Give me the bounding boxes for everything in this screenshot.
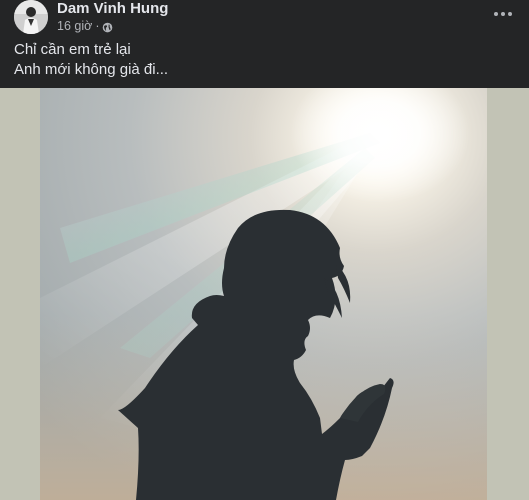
more-horizontal-icon xyxy=(494,12,512,16)
globe-icon[interactable] xyxy=(102,21,113,32)
post-timestamp[interactable]: 16 giờ xyxy=(57,18,92,34)
caption-line-1: Chỉ cần em trẻ lại xyxy=(14,41,131,58)
facebook-post: Dam Vinh Hung 16 giờ · Chỉ cần em trẻ lạ… xyxy=(0,0,529,500)
avatar[interactable] xyxy=(14,0,48,34)
silhouette-photo xyxy=(40,88,487,500)
post-caption: Chỉ cần em trẻ lại Anh mới không già đi.… xyxy=(14,40,514,80)
caption-line-2: Anh mới không già đi... xyxy=(14,61,169,78)
post-header: Dam Vinh Hung 16 giờ · xyxy=(12,0,517,36)
more-options-button[interactable] xyxy=(489,4,517,24)
author-name[interactable]: Dam Vinh Hung xyxy=(57,0,168,18)
post-photo-container[interactable] xyxy=(0,88,529,500)
post-meta: 16 giờ · xyxy=(57,18,113,34)
post-photo[interactable] xyxy=(40,88,487,500)
meta-separator: · xyxy=(95,19,100,33)
avatar-image xyxy=(14,0,48,34)
